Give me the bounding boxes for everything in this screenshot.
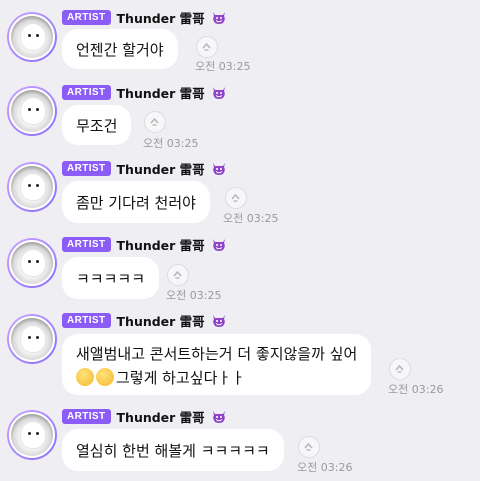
message-bubble[interactable]: 무조건 — [62, 105, 132, 145]
sender-name[interactable]: Thunder 雷哥 — [117, 159, 205, 178]
message-text: 열심히 한번 해볼게 ㅋㅋㅋㅋㅋ — [76, 441, 270, 460]
message-text: 무조건 — [76, 116, 118, 135]
smiling-devil-emoji-icon — [212, 162, 225, 175]
sender-name[interactable]: Thunder 雷哥 — [117, 407, 205, 426]
artist-badge: ARTIST — [62, 9, 111, 25]
message-bubble[interactable]: 언젠간 할거야 — [62, 29, 178, 69]
reply-icon[interactable] — [298, 436, 320, 458]
artist-badge: ARTIST — [62, 312, 111, 328]
message-text-line: 그렇게 하고싶다ㅏㅏ — [76, 366, 357, 390]
sender-name[interactable]: Thunder 雷哥 — [117, 83, 205, 102]
smiling-devil-emoji-icon — [212, 410, 225, 423]
timestamp: 오전 03:26 — [297, 461, 353, 474]
timestamp: 오전 03:25 — [195, 60, 251, 73]
message-text: 좀만 기다려 천러야 — [76, 193, 196, 212]
message-text: ㅋㅋㅋㅋㅋ — [76, 269, 146, 288]
reply-icon[interactable] — [167, 264, 189, 286]
artist-badge: ARTIST — [62, 236, 111, 252]
message-bubble[interactable]: 새앨범내고 콘서트하는거 더 좋지않을까 싶어 그렇게 하고싶다ㅏㅏ — [62, 334, 372, 395]
avatar[interactable] — [7, 410, 57, 460]
smirking-face-emoji-icon — [96, 368, 114, 386]
reply-icon[interactable] — [196, 36, 218, 58]
timestamp: 오전 03:25 — [166, 289, 222, 302]
smiling-devil-emoji-icon — [212, 238, 225, 251]
avatar[interactable] — [7, 12, 57, 62]
sender-name[interactable]: Thunder 雷哥 — [117, 235, 205, 254]
smiling-devil-emoji-icon — [212, 314, 225, 327]
artist-badge: ARTIST — [62, 408, 111, 424]
avatar[interactable] — [7, 238, 57, 288]
artist-badge: ARTIST — [62, 160, 111, 176]
reply-icon[interactable] — [225, 187, 247, 209]
message-text: 그렇게 하고싶다ㅏㅏ — [116, 369, 245, 387]
reply-icon[interactable] — [389, 358, 411, 380]
timestamp: 오전 03:25 — [143, 137, 199, 150]
reply-icon[interactable] — [144, 111, 166, 133]
chat-window: ARTIST Thunder 雷哥 언젠간 할거야 오전 03:25 ARTIS… — [0, 0, 480, 481]
smiling-devil-emoji-icon — [212, 11, 225, 24]
timestamp: 오전 03:25 — [223, 212, 279, 225]
sender-name[interactable]: Thunder 雷哥 — [117, 311, 205, 330]
message-bubble[interactable]: ㅋㅋㅋㅋㅋ — [62, 257, 160, 299]
timestamp: 오전 03:26 — [388, 383, 444, 396]
message-text: 언젠간 할거야 — [76, 40, 164, 59]
avatar[interactable] — [7, 162, 57, 212]
avatar[interactable] — [7, 314, 57, 364]
smiling-devil-emoji-icon — [212, 86, 225, 99]
message-text-line: 새앨범내고 콘서트하는거 더 좋지않을까 싶어 — [76, 345, 358, 363]
avatar[interactable] — [7, 86, 57, 136]
artist-badge: ARTIST — [62, 84, 111, 100]
message-bubble[interactable]: 열심히 한번 해볼게 ㅋㅋㅋㅋㅋ — [62, 429, 284, 471]
shushing-face-emoji-icon — [76, 368, 94, 386]
sender-name[interactable]: Thunder 雷哥 — [117, 8, 205, 27]
message-bubble[interactable]: 좀만 기다려 천러야 — [62, 181, 210, 223]
